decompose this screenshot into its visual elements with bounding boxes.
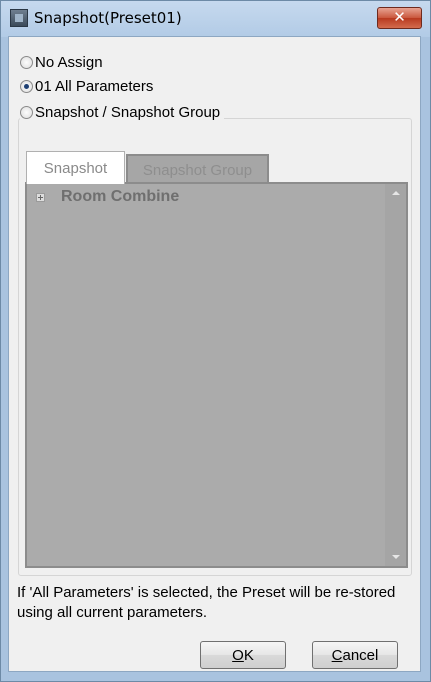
radio-no-assign-indicator[interactable]: [20, 55, 33, 69]
tree-item-label[interactable]: Room Combine: [61, 188, 179, 206]
radio-all-parameters-label[interactable]: 01 All Parameters: [35, 78, 153, 95]
radio-all-parameters-indicator[interactable]: [20, 79, 33, 93]
info-text: If 'All Parameters' is selected, the Pre…: [17, 584, 396, 621]
scroll-up-button[interactable]: [385, 184, 406, 202]
window-title: Snapshot(Preset01): [34, 9, 182, 27]
close-button[interactable]: ✕: [377, 7, 422, 29]
tree-item-room-combine[interactable]: Room Combine: [36, 188, 179, 206]
radio-snapshot-group-indicator[interactable]: [20, 105, 33, 119]
cancel-label-rest: ancel: [342, 646, 379, 664]
cancel-mnemonic: C: [331, 646, 343, 664]
ok-button[interactable]: OK: [200, 641, 286, 669]
cancel-button[interactable]: Cancel: [312, 641, 398, 669]
ok-mnemonic: O: [232, 646, 244, 664]
snapshot-tree-pane: [25, 182, 408, 568]
scroll-down-arrow-icon: [391, 555, 400, 559]
vertical-scrollbar[interactable]: [385, 184, 406, 566]
title-bar: Snapshot(Preset01) ✕: [1, 1, 430, 37]
radio-all-parameters[interactable]: 01 All Parameters: [20, 76, 153, 96]
scroll-down-button[interactable]: [385, 548, 406, 566]
ok-label-rest: K: [243, 646, 254, 664]
scroll-up-arrow-icon: [391, 191, 400, 195]
tab-snapshot-group[interactable]: Snapshot Group: [126, 154, 269, 184]
radio-snapshot-group-label[interactable]: Snapshot / Snapshot Group: [35, 104, 220, 121]
radio-no-assign[interactable]: No Assign: [20, 52, 103, 72]
plus-expander-icon[interactable]: [36, 192, 45, 202]
radio-no-assign-label[interactable]: No Assign: [35, 54, 103, 71]
radio-snapshot-group[interactable]: Snapshot / Snapshot Group: [20, 102, 225, 122]
app-window-icon: [10, 9, 28, 27]
tab-snapshot[interactable]: Snapshot: [26, 151, 125, 184]
